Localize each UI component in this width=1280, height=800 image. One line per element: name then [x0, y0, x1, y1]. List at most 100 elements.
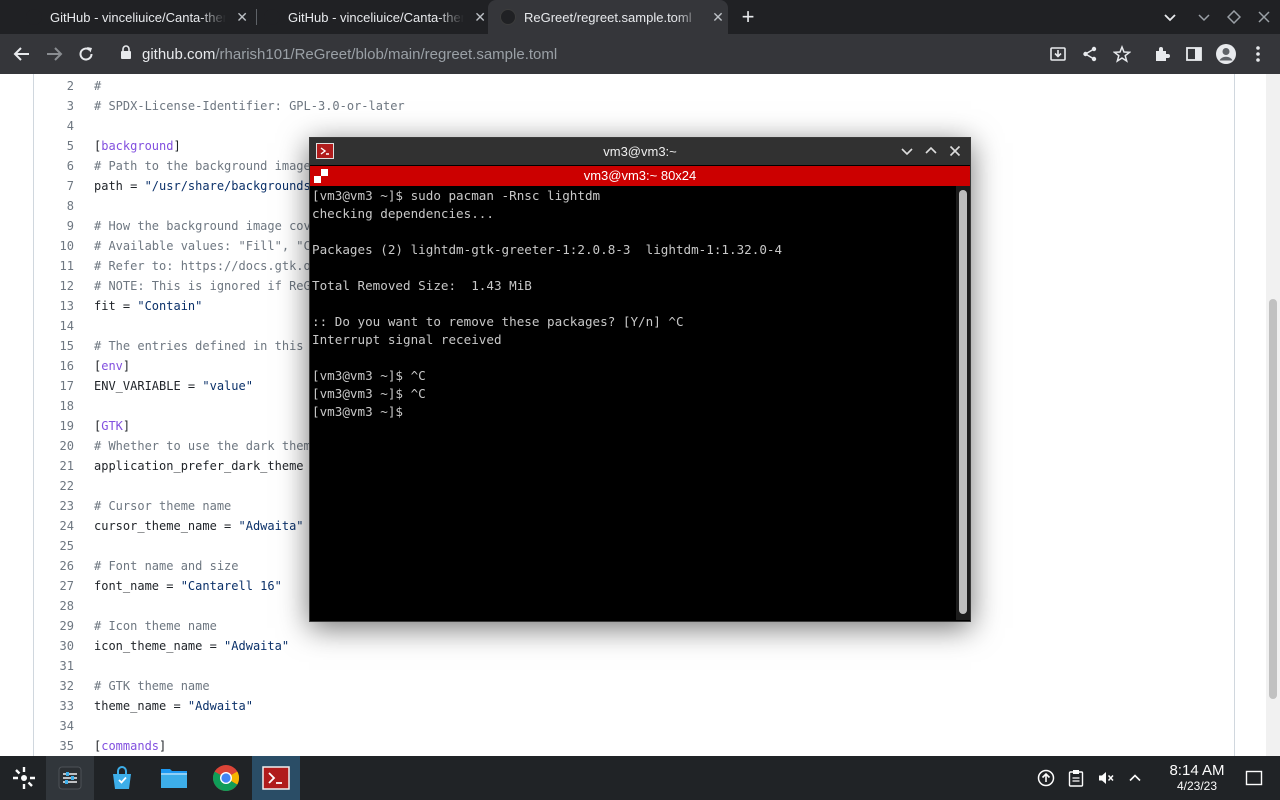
- line-number[interactable]: 34: [34, 716, 74, 736]
- line-number[interactable]: 35: [34, 736, 74, 756]
- terminal-maximize-icon[interactable]: [922, 142, 940, 160]
- terminal-line: [vm3@vm3 ~]$: [312, 404, 403, 419]
- line-number[interactable]: 17: [34, 376, 74, 396]
- updates-icon[interactable]: [1036, 768, 1056, 788]
- line-number[interactable]: 11: [34, 256, 74, 276]
- terminal-close-icon[interactable]: [946, 142, 964, 160]
- extensions-icon[interactable]: [1150, 42, 1174, 66]
- line-number[interactable]: 9: [34, 216, 74, 236]
- section-name: env: [101, 359, 123, 373]
- line-number[interactable]: 10: [34, 236, 74, 256]
- line-number[interactable]: 27: [34, 576, 74, 596]
- terminal-output[interactable]: [vm3@vm3 ~]$ sudo pacman -Rnsc lightdm ch…: [310, 186, 956, 620]
- share-icon[interactable]: [1078, 42, 1102, 66]
- browser-tab-3[interactable]: ReGreet/regreet.sample.toml ✕: [488, 0, 728, 34]
- line-number[interactable]: 31: [34, 656, 74, 676]
- line-number[interactable]: 26: [34, 556, 74, 576]
- line-number[interactable]: 13: [34, 296, 74, 316]
- clock[interactable]: 8:14 AM 4/23/23: [1150, 762, 1244, 794]
- code-text: #: [94, 79, 102, 93]
- page-scrollbar-thumb[interactable]: [1269, 299, 1277, 699]
- close-tab-icon[interactable]: ✕: [708, 7, 728, 27]
- browser-menu-icon[interactable]: [1246, 42, 1270, 66]
- terminal-line: [vm3@vm3 ~]$ sudo pacman -Rnsc lightdm: [312, 188, 601, 203]
- browser-tab-2[interactable]: GitHub - vinceliuice/Canta-theme ✕: [264, 0, 490, 34]
- string-value: "Adwaita": [238, 519, 304, 533]
- show-desktop-icon[interactable]: [1244, 768, 1264, 788]
- code-text: # Icon theme name: [94, 619, 217, 633]
- code-text: # Available values: "Fill", "C: [94, 239, 311, 253]
- system-settings-icon[interactable]: [46, 756, 94, 800]
- app-launcher-icon[interactable]: [0, 756, 48, 800]
- install-app-icon[interactable]: [1046, 42, 1070, 66]
- close-window-icon[interactable]: [1254, 7, 1274, 27]
- github-favicon-icon: [500, 9, 516, 25]
- tab-search-chevron-icon[interactable]: [1160, 7, 1180, 27]
- volume-muted-icon[interactable]: [1096, 768, 1116, 788]
- tab-title: GitHub - vinceliuice/Canta-theme: [50, 9, 227, 25]
- page-scrollbar[interactable]: [1266, 74, 1280, 756]
- line-number[interactable]: 7: [34, 176, 74, 196]
- code-text: [commands]: [94, 739, 167, 753]
- terminal-icon[interactable]: [252, 756, 300, 800]
- line-number[interactable]: 2: [34, 76, 74, 96]
- bookmark-star-icon[interactable]: [1110, 42, 1134, 66]
- close-tab-icon[interactable]: ✕: [232, 7, 252, 27]
- code-line: 30 icon_theme_name = "Adwaita": [34, 636, 1214, 656]
- chrome-icon[interactable]: [202, 756, 250, 800]
- maximize-window-icon[interactable]: [1224, 7, 1244, 27]
- back-arrow-icon[interactable]: [10, 42, 34, 66]
- line-number[interactable]: 19: [34, 416, 74, 436]
- line-number[interactable]: 22: [34, 476, 74, 496]
- line-number[interactable]: 5: [34, 136, 74, 156]
- new-tab-button[interactable]: +: [736, 4, 760, 29]
- terminal-titlebar[interactable]: vm3@vm3:~: [310, 138, 970, 165]
- clipboard-icon[interactable]: [1066, 768, 1086, 788]
- string-value: "Adwaita": [187, 699, 253, 713]
- show-hidden-tray-chevron-icon[interactable]: [1125, 768, 1145, 788]
- line-number[interactable]: 15: [34, 336, 74, 356]
- code-line: 34: [34, 716, 1214, 736]
- address-bar[interactable]: github.com/rharish101/ReGreet/blob/main/…: [108, 38, 1108, 70]
- line-number[interactable]: 30: [34, 636, 74, 656]
- profile-avatar-icon[interactable]: [1214, 42, 1238, 66]
- clock-time: 8:14 AM: [1169, 762, 1225, 779]
- forward-arrow-icon[interactable]: [42, 42, 66, 66]
- line-number[interactable]: 4: [34, 116, 74, 136]
- browser-tab-1[interactable]: GitHub - vinceliuice/Canta-theme ✕: [26, 0, 252, 34]
- line-number[interactable]: 25: [34, 536, 74, 556]
- code-text: # Path to the background image: [94, 159, 311, 173]
- line-number[interactable]: 28: [34, 596, 74, 616]
- url-host: github.com: [142, 45, 216, 63]
- line-number[interactable]: 20: [34, 436, 74, 456]
- terminal-minimize-icon[interactable]: [898, 142, 916, 160]
- line-number[interactable]: 23: [34, 496, 74, 516]
- terminal-tab[interactable]: vm3@vm3:~ 80x24: [310, 166, 970, 186]
- minimize-window-icon[interactable]: [1194, 7, 1214, 27]
- line-number[interactable]: 16: [34, 356, 74, 376]
- line-number[interactable]: 18: [34, 396, 74, 416]
- side-panel-icon[interactable]: [1182, 42, 1206, 66]
- line-number[interactable]: 8: [34, 196, 74, 216]
- line-number[interactable]: 14: [34, 316, 74, 336]
- reload-icon[interactable]: [74, 42, 98, 66]
- line-number[interactable]: 32: [34, 676, 74, 696]
- file-manager-icon[interactable]: [150, 756, 198, 800]
- line-number[interactable]: 24: [34, 516, 74, 536]
- code-text: application_prefer_dark_theme: [94, 459, 304, 473]
- terminal-window[interactable]: vm3@vm3:~ vm3@vm3:~ 80x24 [vm3@vm3 ~]$ s…: [309, 137, 971, 622]
- discover-store-icon[interactable]: [98, 756, 146, 800]
- line-number[interactable]: 33: [34, 696, 74, 716]
- terminal-scrollbar[interactable]: [956, 186, 970, 620]
- terminal-window-title: vm3@vm3:~: [603, 144, 677, 159]
- code-text: # Whether to use the dark them: [94, 439, 311, 453]
- terminal-line: :: Do you want to remove these packages?…: [312, 314, 684, 329]
- code-text: # Refer to: https://docs.gtk.o: [94, 259, 311, 273]
- line-number[interactable]: 29: [34, 616, 74, 636]
- tab-divider: [256, 9, 257, 25]
- line-number[interactable]: 3: [34, 96, 74, 116]
- line-number[interactable]: 6: [34, 156, 74, 176]
- terminal-scrollbar-thumb[interactable]: [959, 190, 967, 614]
- line-number[interactable]: 12: [34, 276, 74, 296]
- line-number[interactable]: 21: [34, 456, 74, 476]
